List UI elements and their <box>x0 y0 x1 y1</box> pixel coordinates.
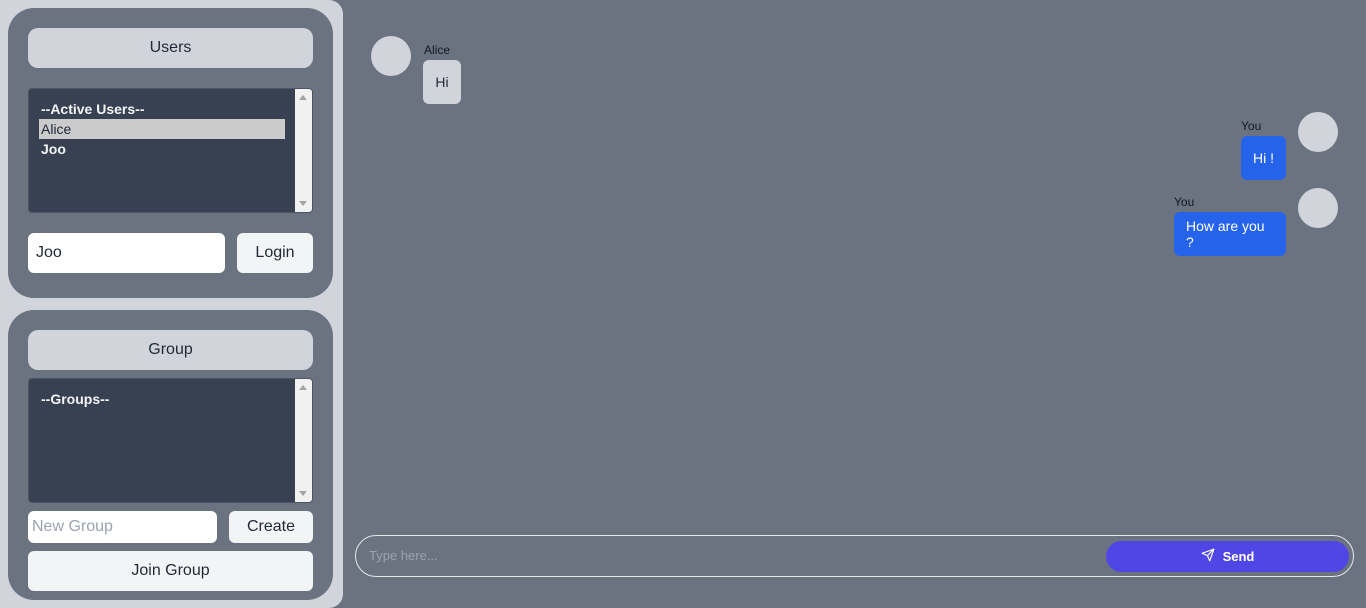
group-header-button[interactable]: Group <box>28 330 313 370</box>
scroll-down-arrow-icon[interactable] <box>299 201 307 206</box>
send-button[interactable]: Send <box>1106 541 1349 572</box>
send-label: Send <box>1222 549 1255 564</box>
new-group-input[interactable]: New Group <box>28 511 217 543</box>
groups-list-title: --Groups-- <box>41 391 110 407</box>
create-group-button[interactable]: Create <box>229 511 313 543</box>
groups-list-scrollbar[interactable] <box>295 379 312 502</box>
login-button[interactable]: Login <box>237 233 313 273</box>
user-option-alice[interactable]: Alice <box>39 119 285 139</box>
scroll-up-arrow-icon[interactable] <box>299 385 307 390</box>
scroll-up-arrow-icon[interactable] <box>299 95 307 100</box>
message-bubble: Hi ! <box>1241 136 1286 180</box>
message-sender: You <box>1174 195 1195 209</box>
users-panel: Users --Active Users-- Alice Joo Joo Log… <box>8 8 333 298</box>
users-header-button[interactable]: Users <box>28 28 313 68</box>
scroll-down-arrow-icon[interactable] <box>299 491 307 496</box>
message-bubble: How are you ? <box>1174 212 1286 256</box>
group-panel: Group --Groups-- New Group Create Join G… <box>8 310 333 600</box>
message-sender: Alice <box>424 43 451 57</box>
message-input-placeholder: Type here... <box>369 548 438 563</box>
paper-plane-icon <box>1201 548 1215 565</box>
sidebar: Users --Active Users-- Alice Joo Joo Log… <box>0 0 343 608</box>
active-users-listbox[interactable]: --Active Users-- Alice Joo <box>28 88 313 213</box>
avatar <box>1298 188 1338 228</box>
message-bubble: Hi <box>423 60 461 104</box>
join-group-button[interactable]: Join Group <box>28 551 313 591</box>
user-option-joo[interactable]: Joo <box>39 139 285 159</box>
users-list-scrollbar[interactable] <box>295 89 312 212</box>
avatar <box>371 36 411 76</box>
avatar <box>1298 112 1338 152</box>
active-users-list-title: --Active Users-- <box>41 101 145 117</box>
groups-listbox[interactable]: --Groups-- <box>28 378 313 503</box>
username-input[interactable]: Joo <box>28 233 225 273</box>
message-sender: You <box>1241 119 1262 133</box>
